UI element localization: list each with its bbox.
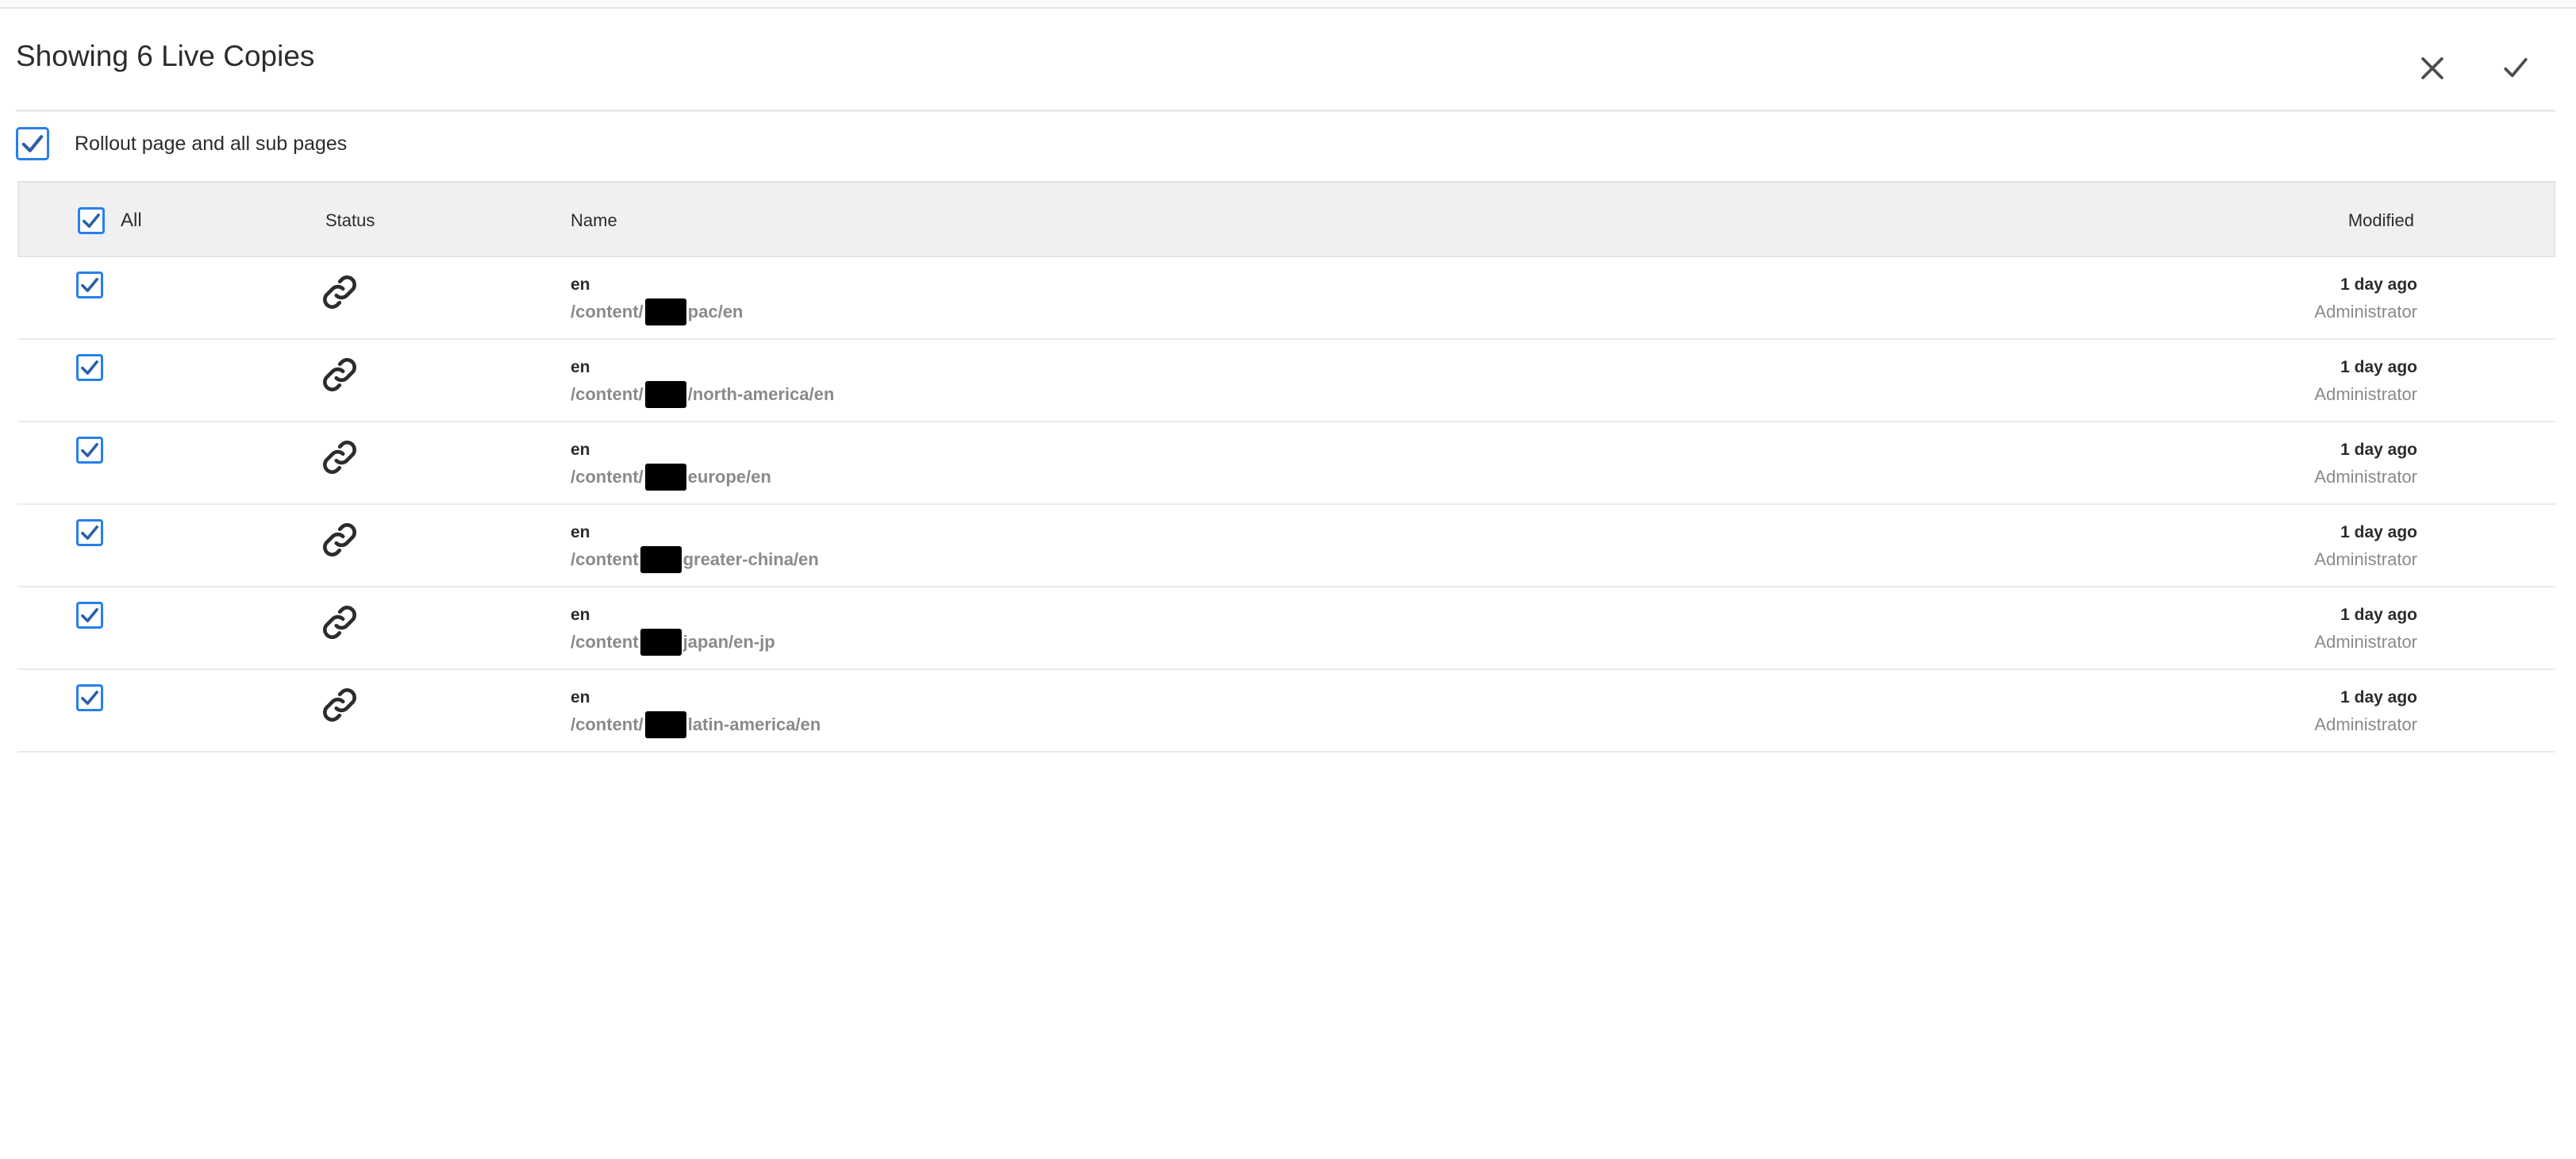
row-checkbox[interactable] [76,271,103,298]
modified-date: 1 day ago [2340,606,2417,624]
page-name: en [571,523,590,541]
path-prefix: /content/ [571,714,644,734]
status-cell [317,270,362,314]
link-icon [323,441,356,474]
rollout-checkbox[interactable] [16,127,49,160]
checkmark-icon [81,360,98,375]
modified-by: Administrator [2314,467,2417,487]
modified-by: Administrator [2314,632,2417,652]
page-name: en [571,688,590,707]
path-suffix: japan/en-jp [682,632,775,652]
live-copies-table: All Status Name Modified en /content/ pa… [17,181,2555,753]
status-cell [317,352,362,397]
status-cell [317,683,362,727]
redaction-block [640,546,682,573]
checkmark-icon [81,443,98,457]
checkmark-icon [81,526,98,540]
page-path: /content japan/en-jp [571,627,775,657]
path-suffix: greater-china/en [682,549,819,569]
path-suffix: /north-america/en [687,384,835,404]
checkmark-icon [81,691,98,705]
modified-by: Administrator [2314,302,2417,322]
table-header: All Status Name Modified [17,181,2555,257]
page-path: /content/ /north-america/en [571,379,834,410]
path-suffix: latin-america/en [687,714,821,734]
checkmark-icon [81,608,98,622]
redaction-block [644,464,686,491]
select-all: All [78,183,142,259]
path-prefix: /content/ [571,384,644,404]
row-checkbox[interactable] [76,602,103,629]
redaction-block [644,381,686,408]
status-cell [317,518,362,562]
path-prefix: /content [571,549,639,569]
status-cell [317,600,362,645]
checkmark-icon [2504,58,2528,78]
link-icon [323,275,356,309]
link-icon [323,523,356,556]
path-prefix: /content [571,632,639,652]
path-suffix: pac/en [687,302,744,322]
table-row[interactable]: en /content/ pac/en 1 day ago Administra… [17,257,2555,340]
select-all-checkbox[interactable] [78,207,105,234]
table-row[interactable]: en /content japan/en-jp 1 day ago Admini… [17,587,2555,670]
row-checkbox[interactable] [76,354,103,381]
page-name: en [571,275,590,294]
path-prefix: /content/ [571,302,644,322]
modified-date: 1 day ago [2340,358,2417,376]
page-name: en [571,606,590,624]
dialog-header: Showing 6 Live Copies [16,24,2555,112]
table-row[interactable]: en /content greater-china/en 1 day ago A… [17,505,2555,587]
confirm-button[interactable] [2486,38,2546,98]
page-name: en [571,358,590,376]
table-row[interactable]: en /content/ latin-america/en 1 day ago … [17,670,2555,753]
status-cell [317,435,362,479]
modified-by: Administrator [2314,714,2417,734]
page-path: /content/ europe/en [571,462,771,492]
row-checkbox[interactable] [76,684,103,711]
dialog-title: Showing 6 Live Copies [16,40,315,72]
modified-by: Administrator [2314,384,2417,404]
checkmark-icon [83,214,100,228]
row-checkbox[interactable] [76,437,103,464]
page-name: en [571,441,590,459]
checkmark-icon [21,135,44,152]
link-icon [323,358,356,391]
path-prefix: /content/ [571,467,644,487]
link-icon [323,688,356,722]
table-row[interactable]: en /content/ europe/en 1 day ago Adminis… [17,422,2555,505]
close-button[interactable] [2402,38,2463,98]
page-path: /content/ pac/en [571,297,743,327]
page-path: /content/ latin-america/en [571,710,821,740]
redaction-block [640,629,682,656]
rollout-option: Rollout page and all sub pages [16,127,347,160]
redaction-block [644,711,686,738]
table-row[interactable]: en /content/ /north-america/en 1 day ago… [17,340,2555,422]
checkmark-icon [81,278,98,292]
rollout-label: Rollout page and all sub pages [75,132,348,155]
modified-date: 1 day ago [2340,275,2417,294]
select-all-label: All [121,210,142,231]
column-header-status[interactable]: Status [325,183,375,259]
close-icon [2421,57,2443,79]
page-path: /content greater-china/en [571,545,819,575]
modified-by: Administrator [2314,549,2417,569]
redaction-block [644,298,686,325]
link-icon [323,606,356,639]
column-header-name[interactable]: Name [571,183,617,259]
modified-date: 1 day ago [2340,441,2417,459]
top-divider [0,0,2576,9]
modified-date: 1 day ago [2340,523,2417,541]
path-suffix: europe/en [687,467,771,487]
column-header-modified[interactable]: Modified [2348,183,2414,259]
table-body: en /content/ pac/en 1 day ago Administra… [17,257,2555,753]
modified-date: 1 day ago [2340,688,2417,707]
row-checkbox[interactable] [76,519,103,546]
